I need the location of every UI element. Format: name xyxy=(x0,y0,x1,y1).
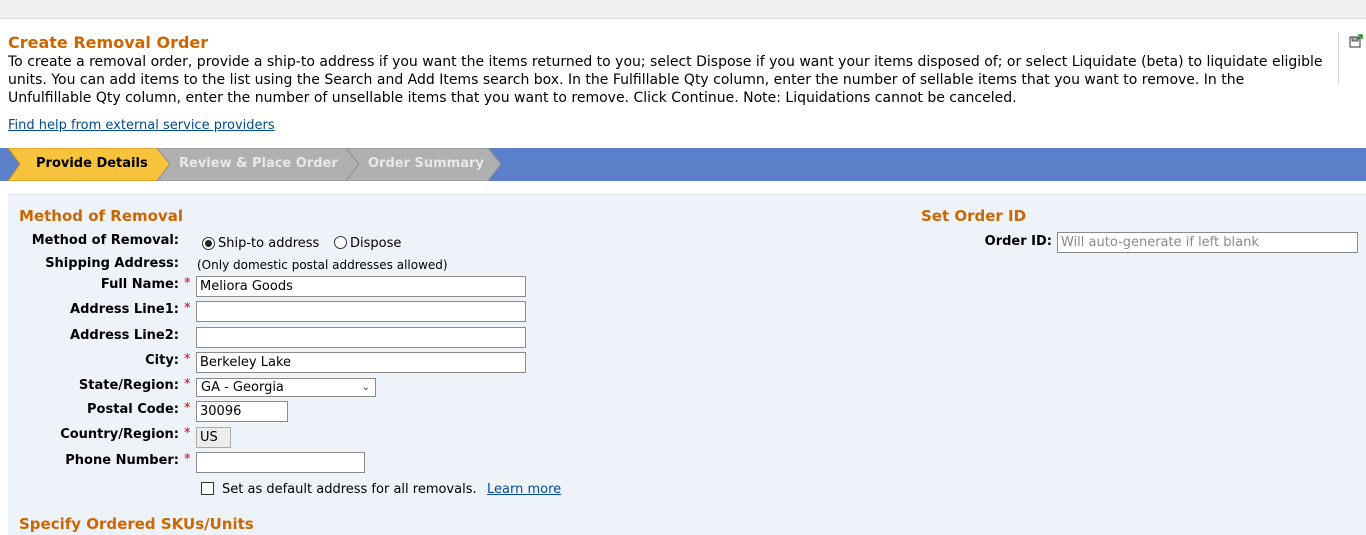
address-line1-input[interactable] xyxy=(196,301,526,322)
required-mark: * xyxy=(184,352,191,367)
ship-to-address-label[interactable]: Ship-to address xyxy=(218,236,319,251)
required-mark: * xyxy=(184,452,191,467)
full-name-input[interactable]: Meliora Goods xyxy=(196,276,526,297)
ship-to-address-radio[interactable] xyxy=(202,237,215,250)
shipping-note: (Only domestic postal addresses allowed) xyxy=(197,258,448,272)
set-order-id-heading: Set Order ID xyxy=(921,207,1027,225)
country-region-field: US xyxy=(196,427,231,448)
method-label: Method of Removal: xyxy=(31,233,179,248)
city-label: City: xyxy=(145,353,179,368)
page-instructions: To create a removal order, provide a shi… xyxy=(8,54,1323,106)
address-line2-label: Address Line2: xyxy=(70,328,179,343)
postal-code-input[interactable]: 30096 xyxy=(196,401,288,422)
address-line2-input[interactable] xyxy=(196,327,526,348)
address-line1-label: Address Line1: xyxy=(70,302,179,317)
chevron-down-icon: ⌄ xyxy=(361,382,370,393)
external-help-link[interactable]: Find help from external service provider… xyxy=(8,118,275,133)
learn-more-link[interactable]: Learn more xyxy=(487,482,561,497)
city-input[interactable]: Berkeley Lake xyxy=(196,352,526,373)
required-mark: * xyxy=(184,301,191,316)
required-mark: * xyxy=(184,401,191,416)
dispose-radio[interactable] xyxy=(334,236,347,249)
browser-top-strip xyxy=(0,0,1366,19)
specify-skus-heading: Specify Ordered SKUs/Units xyxy=(19,515,254,533)
state-region-select[interactable]: GA - Georgia ⌄ xyxy=(196,378,376,397)
full-name-label: Full Name: xyxy=(100,277,179,292)
required-mark: * xyxy=(184,377,191,392)
phone-number-label: Phone Number: xyxy=(65,453,179,468)
page-title: Create Removal Order xyxy=(8,33,209,52)
order-id-label: Order ID: xyxy=(984,234,1052,249)
method-of-removal-heading: Method of Removal xyxy=(19,207,183,225)
default-address-checkbox[interactable] xyxy=(201,482,214,495)
shipping-address-label: Shipping Address: xyxy=(45,256,179,271)
dispose-label[interactable]: Dispose xyxy=(350,236,401,251)
save-export-icon[interactable] xyxy=(1349,34,1363,48)
country-region-label: Country/Region: xyxy=(60,427,179,442)
default-address-label: Set as default address for all removals. xyxy=(222,482,477,497)
state-region-label: State/Region: xyxy=(78,378,179,393)
required-mark: * xyxy=(184,426,191,441)
postal-code-label: Postal Code: xyxy=(87,402,179,417)
divider xyxy=(1338,32,1339,84)
required-mark: * xyxy=(184,276,191,291)
state-region-value: GA - Georgia xyxy=(201,380,284,395)
order-id-input[interactable]: Will auto-generate if left blank xyxy=(1057,232,1358,253)
phone-number-input[interactable] xyxy=(196,452,365,473)
